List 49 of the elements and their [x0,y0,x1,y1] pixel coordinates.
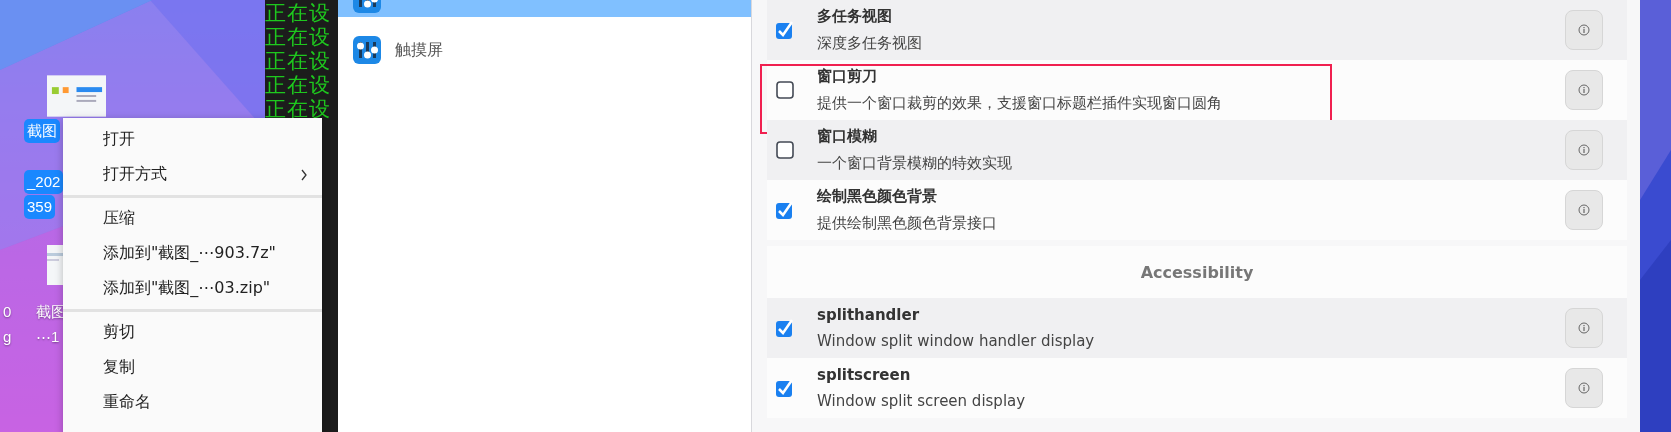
info-icon [1578,382,1590,394]
checkbox[interactable] [775,20,795,40]
plugin-title: splitscreen [817,366,912,384]
info-icon [1578,84,1590,96]
terminal-line: 正在设 [265,73,332,97]
checkbox[interactable] [775,200,795,220]
terminal-line: 正在设 [265,1,332,25]
info-button[interactable] [1565,130,1603,170]
plugin-description: Window split window handler display [817,332,1096,350]
checkbox[interactable] [775,378,795,398]
plugin-title: splithandler [817,306,921,324]
menu-item[interactable]: 添加到"截图_⋯03.zip" [63,271,322,306]
plugin-description: 一个窗口背景模糊的特效实现 [817,154,1013,173]
sidebar-item[interactable]: 触摸屏 [338,27,751,73]
menu-item[interactable]: 打开 [63,122,322,157]
info-icon [1578,204,1590,216]
plugin-description: 提供一个窗口裁剪的效果，支援窗口标题栏插件实现窗口圆角 [817,94,1223,113]
plugin-title: 多任务视图 [817,7,893,26]
checkbox[interactable] [775,80,795,100]
terminal-line: 正在设 [265,49,332,73]
info-button[interactable] [1565,10,1603,50]
plugin-description: 提供绘制黑色颜色背景接口 [817,214,998,233]
menu-item[interactable]: 复制 [63,350,322,385]
plugin-title: 绘制黑色颜色背景 [817,187,938,206]
menu-item[interactable]: 剪切 [63,315,322,350]
info-button[interactable] [1565,70,1603,110]
chevron-right-icon [300,168,308,181]
info-icon [1578,322,1590,334]
menu-item[interactable]: 重命名 [63,385,322,420]
plugin-title: 窗口模糊 [817,127,878,146]
plugin-description: 深度多任务视图 [817,34,923,53]
info-button[interactable] [1565,190,1603,230]
sliders-icon [353,36,381,64]
menu-item[interactable]: 压缩 [63,201,322,236]
info-button[interactable] [1565,368,1603,408]
sidebar-item[interactable] [338,0,751,17]
section-heading: Accessibility [1140,262,1254,282]
info-button[interactable] [1565,308,1603,348]
info-icon [1578,24,1590,36]
menu-item[interactable]: 添加到"截图_⋯903.7z" [63,236,322,271]
terminal-line: 正在设 [265,97,332,121]
plugin-description: Window split screen display [817,392,1027,410]
sliders-icon [353,0,381,13]
terminal-line: 正在设 [265,25,332,49]
checkbox[interactable] [775,140,795,160]
info-icon [1578,144,1590,156]
plugin-title: 窗口剪刀 [817,67,878,86]
menu-item[interactable]: 打开方式 [63,157,322,192]
checkbox[interactable] [775,318,795,338]
